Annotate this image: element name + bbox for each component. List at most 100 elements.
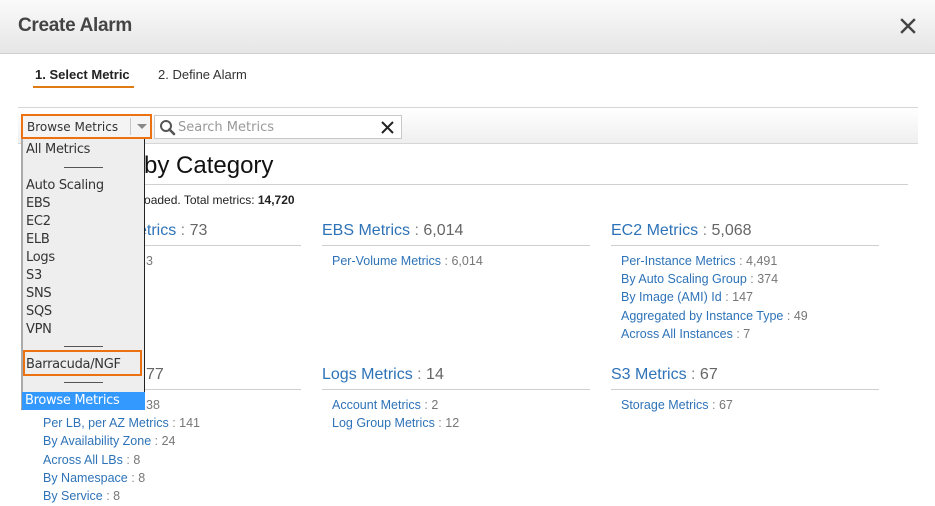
category-count: 73 xyxy=(189,222,208,239)
sub-name[interactable]: By Service xyxy=(43,489,103,503)
option-label: Browse Metrics xyxy=(25,393,120,408)
option-ebs[interactable]: EBS xyxy=(26,196,51,211)
list-item[interactable]: Storage Metrics : 67 xyxy=(621,396,879,414)
category-name[interactable]: EC2 Metrics xyxy=(611,222,698,239)
list-item[interactable]: Across All Instances : 7 xyxy=(621,325,879,343)
category-divider xyxy=(611,389,879,390)
dialog-title: Create Alarm xyxy=(18,15,132,36)
tab-select-metric[interactable]: 1. Select Metric xyxy=(33,67,134,88)
sub-count: 24 xyxy=(161,434,176,449)
count-separator: : xyxy=(735,254,747,268)
count-separator: : xyxy=(122,452,134,467)
option-browse-metrics[interactable]: Browse Metrics xyxy=(22,392,145,410)
sub-count: 67 xyxy=(718,398,733,412)
count-separator: : xyxy=(102,488,114,503)
category-name[interactable]: Logs Metrics xyxy=(322,366,413,383)
count-separator: : xyxy=(686,366,700,383)
sub-count: 2 xyxy=(431,398,439,412)
list-item[interactable]: Per-Instance Metrics : 4,491 xyxy=(621,252,879,270)
category-divider xyxy=(322,245,590,246)
sub-name[interactable]: Across All LBs xyxy=(43,453,123,467)
sub-name[interactable]: By Image (AMI) Id xyxy=(621,290,722,304)
clear-icon[interactable] xyxy=(380,120,395,135)
count-separator: : xyxy=(783,308,794,323)
sub-count: 38 xyxy=(146,398,160,412)
chevron-down-icon[interactable] xyxy=(137,124,147,129)
search-input[interactable] xyxy=(178,118,373,136)
sub-count: 8 xyxy=(138,470,146,485)
category-name[interactable]: S3 Metrics xyxy=(611,366,687,383)
count-separator: : xyxy=(168,416,180,431)
option-all-metrics[interactable]: All Metrics xyxy=(26,142,90,157)
list-item[interactable]: By Namespace : 8 xyxy=(43,469,301,487)
list-item[interactable]: Per-Volume Metrics : 6,014 xyxy=(332,252,590,270)
sub-name[interactable]: Per LB, per AZ Metrics xyxy=(43,416,169,430)
sub-name[interactable]: Account Metrics xyxy=(332,398,421,412)
count-separator: : xyxy=(434,416,446,431)
list-item[interactable]: Log Group Metrics : 12 xyxy=(332,414,590,432)
category-count: 5,068 xyxy=(711,222,752,239)
list-item[interactable]: By Service : 8 xyxy=(43,487,301,505)
count-separator: : xyxy=(151,434,162,449)
search-box xyxy=(154,115,402,139)
count-separator: : xyxy=(420,398,432,412)
title-divider xyxy=(40,184,908,185)
search-icon xyxy=(160,120,176,136)
list-item[interactable]: Across All LBs : 8 xyxy=(43,451,301,469)
list-item[interactable]: By Auto Scaling Group : 374 xyxy=(621,270,879,288)
count-separator: : xyxy=(441,254,452,268)
option-sns[interactable]: SNS xyxy=(26,286,52,301)
sub-count: 8 xyxy=(133,452,141,467)
category-name[interactable]: EBS Metrics xyxy=(322,222,410,239)
sub-count: 12 xyxy=(445,416,460,431)
sub-name[interactable]: Storage Metrics xyxy=(621,398,709,412)
count-separator: : xyxy=(708,398,719,412)
list-item[interactable]: Aggregated by Instance Type : 49 xyxy=(621,307,879,325)
option-elb[interactable]: ELB xyxy=(26,232,50,247)
close-icon xyxy=(900,18,916,34)
count-separator: : xyxy=(412,366,427,383)
sub-name[interactable]: By Auto Scaling Group xyxy=(621,272,747,286)
category-logs: Logs Metrics : 14 Account Metrics : 2 Lo… xyxy=(322,364,590,432)
browse-metrics-select[interactable]: Browse Metrics xyxy=(21,114,152,139)
category-ec2: EC2 Metrics : 5,068 Per-Instance Metrics… xyxy=(611,220,879,343)
sub-count: 3 xyxy=(146,254,153,268)
sub-count: 4,491 xyxy=(746,254,778,268)
sub-name[interactable]: Log Group Metrics xyxy=(332,416,435,430)
option-auto-scaling[interactable]: Auto Scaling xyxy=(26,178,104,193)
sub-name[interactable]: Per-Volume Metrics xyxy=(332,254,441,268)
option-barracuda-ngf[interactable]: Barracuda/NGF xyxy=(26,357,121,372)
sub-name[interactable]: Per-Instance Metrics xyxy=(621,254,736,268)
count-separator: : xyxy=(732,326,744,341)
sub-count: 7 xyxy=(743,326,751,341)
option-vpn[interactable]: VPN xyxy=(26,322,52,337)
select-divider xyxy=(130,118,131,135)
option-logs[interactable]: Logs xyxy=(26,250,55,265)
browse-dropdown-list: All Metrics Auto Scaling EBS EC2 ELB Log… xyxy=(21,139,145,410)
count-separator: : xyxy=(127,470,139,485)
option-ec2[interactable]: EC2 xyxy=(26,214,51,229)
list-item[interactable]: By Availability Zone : 24 xyxy=(43,432,301,450)
sub-name[interactable]: By Availability Zone xyxy=(43,434,151,448)
option-s3[interactable]: S3 xyxy=(26,268,42,283)
dropdown-separator xyxy=(64,382,103,383)
list-item[interactable]: Account Metrics : 2 xyxy=(332,396,590,414)
sub-name[interactable]: Aggregated by Instance Type xyxy=(621,309,783,323)
list-item[interactable]: Per LB, per AZ Metrics : 141 xyxy=(43,414,301,432)
count-separator: : xyxy=(698,222,712,239)
sub-name[interactable]: Across All Instances xyxy=(621,327,733,341)
toolbar xyxy=(18,107,918,144)
sub-count: 49 xyxy=(793,308,808,323)
category-count: 77 xyxy=(146,366,164,383)
close-button[interactable] xyxy=(897,15,919,37)
dialog-header: Create Alarm xyxy=(0,0,935,54)
count-separator: : xyxy=(721,290,733,305)
sub-name[interactable]: By Namespace xyxy=(43,471,128,485)
option-sqs[interactable]: SQS xyxy=(26,304,52,319)
tab-define-alarm[interactable]: 2. Define Alarm xyxy=(158,67,247,82)
list-item[interactable]: By Image (AMI) Id : 147 xyxy=(621,288,879,306)
dropdown-separator xyxy=(64,346,103,347)
sub-count: 374 xyxy=(757,272,779,287)
category-divider xyxy=(611,245,879,246)
count-separator: : xyxy=(746,272,758,287)
